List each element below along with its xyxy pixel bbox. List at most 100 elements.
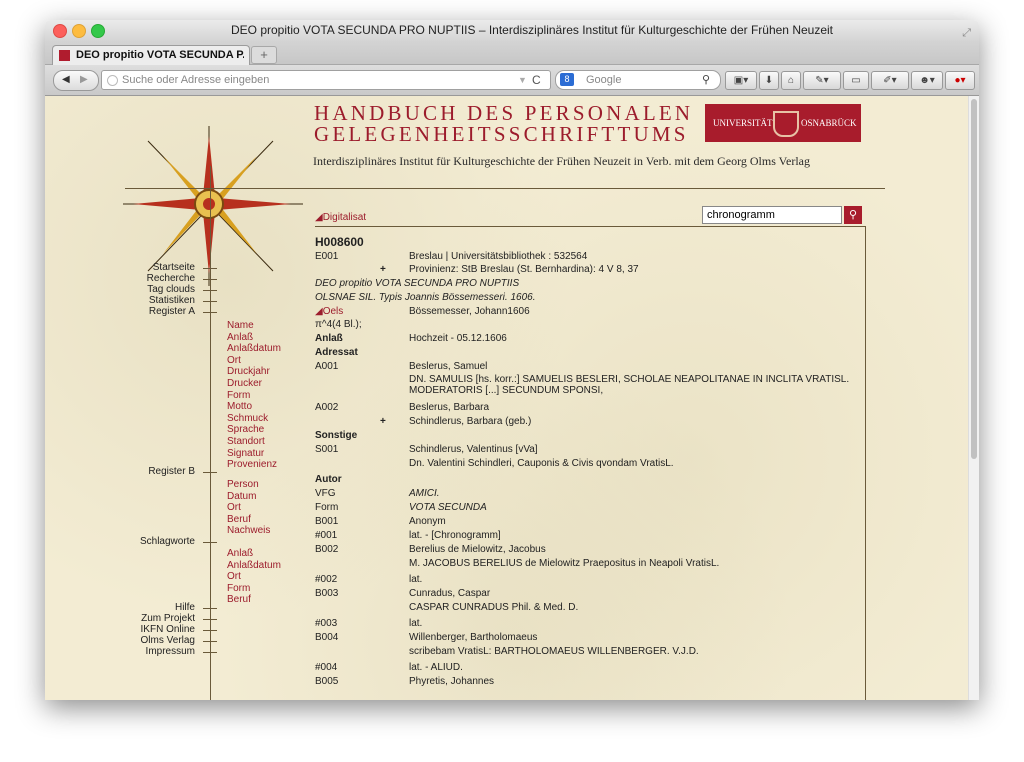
tab-active[interactable]: DEO propitio VOTA SECUNDA P... <box>52 45 250 65</box>
register-b-item[interactable]: Nachweis <box>227 525 270 536</box>
field-label: S001 <box>315 444 339 455</box>
digitalisat-label: Digitalisat <box>322 212 367 223</box>
sidebar-item-schlagworte[interactable]: Schlagworte <box>115 536 195 547</box>
field-value: Schindlerus, Valentinus [vVa] <box>409 444 538 455</box>
scrollbar-thumb[interactable] <box>971 99 977 459</box>
nav-tick <box>203 630 217 631</box>
pen-icon[interactable]: ✐▾ <box>871 71 909 90</box>
register-b-item[interactable]: Person <box>227 479 259 490</box>
search-button[interactable]: ⚲ <box>844 206 862 224</box>
navigation-bar: ◀ ▶ Suche oder Adresse eingeben ▼ C 8 Go… <box>45 65 979 96</box>
field-label: Anlaß <box>315 333 343 344</box>
footer-nav-item[interactable]: Impressum <box>115 646 195 657</box>
schlagworte-item[interactable]: Ort <box>227 571 241 582</box>
logo-text-right: OSNABRÜCK <box>801 118 857 128</box>
web-search-input[interactable]: 8 Google ⚲ <box>555 70 721 90</box>
schlagworte-item[interactable]: Anlaßdatum <box>227 560 281 571</box>
magnifier-icon: ⚲ <box>848 209 858 221</box>
register-a-item[interactable]: Ort <box>227 355 241 366</box>
adblock-icon[interactable]: ●▾ <box>945 71 975 90</box>
register-a-item[interactable]: Form <box>227 390 250 401</box>
field-value: M. JACOBUS BERELIUS de Mielowitz Praepos… <box>409 558 720 569</box>
record-imprint: OLSNAE SIL. Typis Joannis Bössemesseri. … <box>315 292 536 303</box>
sidebar-item[interactable]: Statistiken <box>115 295 195 306</box>
footer-nav-item[interactable]: Zum Projekt <box>115 613 195 624</box>
footer-nav-item[interactable]: IKFN Online <box>115 624 195 635</box>
register-a-item[interactable]: Provenienz <box>227 459 277 470</box>
back-forward-control: ◀ ▶ <box>53 70 99 91</box>
extension-icon[interactable]: ☻▾ <box>911 71 943 90</box>
home-icon[interactable]: ⌂ <box>781 71 801 90</box>
university-logo[interactable]: UNIVERSITÄT OSNABRÜCK <box>705 104 861 142</box>
url-history-dropdown-icon[interactable]: ▼ <box>518 71 527 89</box>
fullscreen-icon[interactable]: ⤢ <box>962 23 971 43</box>
nav-tick <box>203 608 217 609</box>
field-label: B004 <box>315 632 339 643</box>
notes-icon[interactable]: ▭ <box>843 71 869 90</box>
sidebar-item-register-b[interactable]: Register B <box>115 466 195 477</box>
zoom-window-button[interactable] <box>91 24 105 38</box>
register-a-item[interactable]: Druckjahr <box>227 366 270 377</box>
field-value: lat. - [Chronogramm] <box>409 530 501 541</box>
vertical-scrollbar[interactable] <box>968 96 979 700</box>
register-b-item[interactable]: Beruf <box>227 514 251 525</box>
register-a-item[interactable]: Sprache <box>227 424 264 435</box>
field-label: E001 <box>315 251 339 262</box>
close-window-button[interactable] <box>53 24 67 38</box>
schlagworte-item[interactable]: Form <box>227 583 250 594</box>
field-value: lat. - ALIUD. <box>409 662 463 673</box>
register-a-item[interactable]: Motto <box>227 401 252 412</box>
digitalisat-link[interactable]: ◢Digitalisat <box>315 212 366 223</box>
register-a-item[interactable]: Name <box>227 320 254 331</box>
footer-nav-item[interactable]: Olms Verlag <box>115 635 195 646</box>
field-label: B001 <box>315 516 339 527</box>
register-a-item[interactable]: Drucker <box>227 378 262 389</box>
url-bar[interactable]: Suche oder Adresse eingeben ▼ C <box>101 70 551 90</box>
search-icon[interactable]: ⚲ <box>702 71 710 89</box>
field-label: #002 <box>315 574 338 585</box>
bookmarks-icon[interactable]: ▣▾ <box>725 71 757 90</box>
window-title: DEO propitio VOTA SECUNDA PRO NUPTIIS – … <box>230 23 833 37</box>
field-label: #003 <box>315 618 338 629</box>
place-link[interactable]: ◢Oels <box>315 306 343 317</box>
download-icon[interactable]: ⬇ <box>759 71 779 90</box>
record-id: H008600 <box>315 235 364 249</box>
schlagworte-item[interactable]: Beruf <box>227 594 251 605</box>
field-value: Beslerus, Barbara <box>409 402 490 413</box>
plus-icon[interactable]: + <box>380 416 386 427</box>
back-button[interactable]: ◀ <box>62 74 70 85</box>
search-placeholder: Google <box>586 74 622 86</box>
sidebar-item[interactable]: Recherche <box>115 273 195 284</box>
place-link-label: Oels <box>322 306 344 317</box>
sidebar-item[interactable]: Register A <box>115 306 195 317</box>
section-heading: Autor <box>315 474 342 485</box>
schlagworte-item[interactable]: Anlaß <box>227 548 253 559</box>
field-value: Bössemesser, Johann1606 <box>409 306 530 317</box>
field-label: B003 <box>315 588 339 599</box>
collation: π^4(4 Bl.); <box>315 319 362 330</box>
plus-icon[interactable]: + <box>380 264 386 275</box>
register-a-item[interactable]: Signatur <box>227 448 264 459</box>
minimize-window-button[interactable] <box>72 24 86 38</box>
search-engine-icon[interactable]: 8 <box>560 73 574 86</box>
register-a-item[interactable]: Schmuck <box>227 413 268 424</box>
register-b-item[interactable]: Ort <box>227 502 241 513</box>
field-value: lat. <box>409 574 423 585</box>
register-a-item[interactable]: Standort <box>227 436 265 447</box>
reload-button[interactable]: C <box>532 71 541 89</box>
forward-button[interactable]: ▶ <box>80 74 88 85</box>
sidebar-item[interactable]: Tag clouds <box>115 284 195 295</box>
register-b-item[interactable]: Datum <box>227 491 256 502</box>
web-page: HANDBUCH DES PERSONALEN GELEGENHEITSSCHR… <box>45 96 968 700</box>
footer-nav-item[interactable]: Hilfe <box>115 602 195 613</box>
register-a-item[interactable]: Anlaßdatum <box>227 343 281 354</box>
addon-icon[interactable]: ✎▾ <box>803 71 841 90</box>
register-a-item[interactable]: Anlaß <box>227 332 253 343</box>
new-tab-button[interactable]: + <box>251 46 277 64</box>
sidebar-item[interactable]: Startseite <box>115 262 195 273</box>
search-input[interactable] <box>702 206 842 224</box>
field-label: VFG <box>315 488 336 499</box>
site-title[interactable]: HANDBUCH DES PERSONALEN GELEGENHEITSSCHR… <box>314 103 714 145</box>
field-label: B002 <box>315 544 339 555</box>
favicon-icon <box>59 50 70 61</box>
